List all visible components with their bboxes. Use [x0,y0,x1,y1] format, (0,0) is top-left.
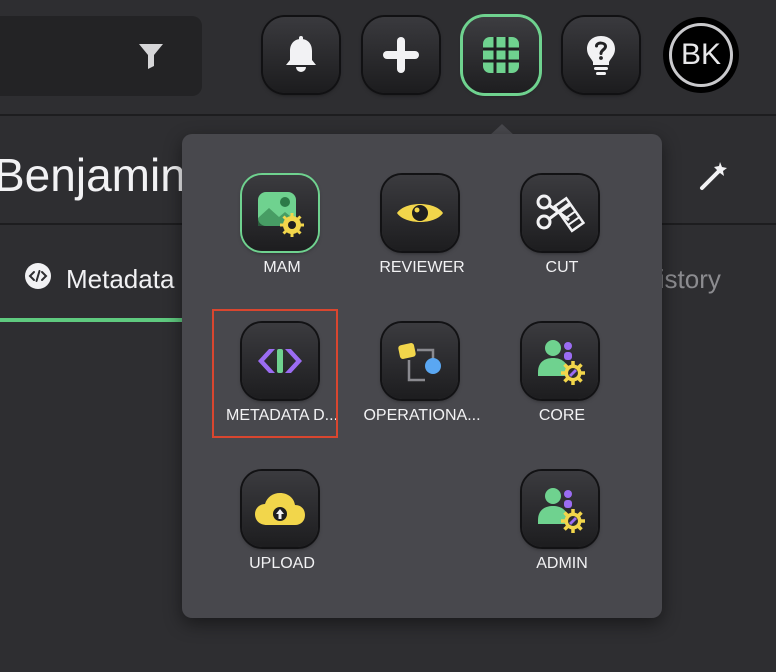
app-tile [382,175,458,251]
search-box[interactable] [0,16,202,96]
code-brackets-icon [258,349,302,373]
app-label: CORE [538,407,586,424]
app-upload[interactable]: UPLOAD [212,471,352,581]
app-label: METADATA D... [225,407,338,424]
plus-icon [383,37,419,73]
app-label: ADMIN [536,555,588,572]
notifications-button[interactable] [263,17,339,93]
tab-metadata-label: Metadata [66,264,175,294]
bell-icon [286,36,316,72]
page: BK Benjamin Metadata History MAM REVIEWE… [0,0,776,672]
app-metadata-designer[interactable]: METADATA D... [212,323,352,433]
magic-wand-icon[interactable] [698,160,730,192]
user-gear-icon [538,488,585,533]
lightbulb-question-icon [587,36,615,75]
avatar-initials: BK [669,23,733,87]
app-tile [242,323,318,399]
app-tile [522,471,598,547]
app-label: REVIEWER [379,259,465,276]
app-mam[interactable]: MAM [212,175,352,285]
scissors-film-icon [536,194,585,233]
app-reviewer[interactable]: REVIEWER [352,175,492,285]
app-tile [242,471,318,547]
code-icon [25,263,51,289]
active-tab-indicator [0,318,186,322]
cloud-upload-icon [255,493,305,525]
user-avatar[interactable]: BK [663,17,739,93]
app-admin[interactable]: ADMIN [492,471,632,581]
app-label: OPERATIONA... [363,407,481,424]
apps-launcher-button[interactable] [463,17,539,93]
add-button[interactable] [363,17,439,93]
app-tile [522,323,598,399]
filter-icon[interactable] [138,42,164,70]
app-label: CUT [545,259,579,276]
tab-metadata[interactable]: Metadata [0,248,186,322]
app-label: UPLOAD [249,555,315,572]
page-title: Benjamin [0,149,186,201]
app-core[interactable]: CORE [492,323,632,433]
help-button[interactable] [563,17,639,93]
app-tile [242,175,318,251]
grid-icon [483,37,519,73]
app-label: MAM [263,259,301,276]
divider [0,114,776,116]
app-operational[interactable]: OPERATIONA... [352,323,492,433]
mam-icon [258,192,304,237]
app-tile [522,175,598,251]
eye-icon [397,204,443,222]
workflow-icon [398,343,441,382]
apps-launcher-popover: MAM REVIEWER CUT METADATA D... OPERATION… [182,134,662,618]
app-tile [382,323,458,399]
user-gear-icon [538,340,585,385]
app-cut[interactable]: CUT [492,175,632,285]
